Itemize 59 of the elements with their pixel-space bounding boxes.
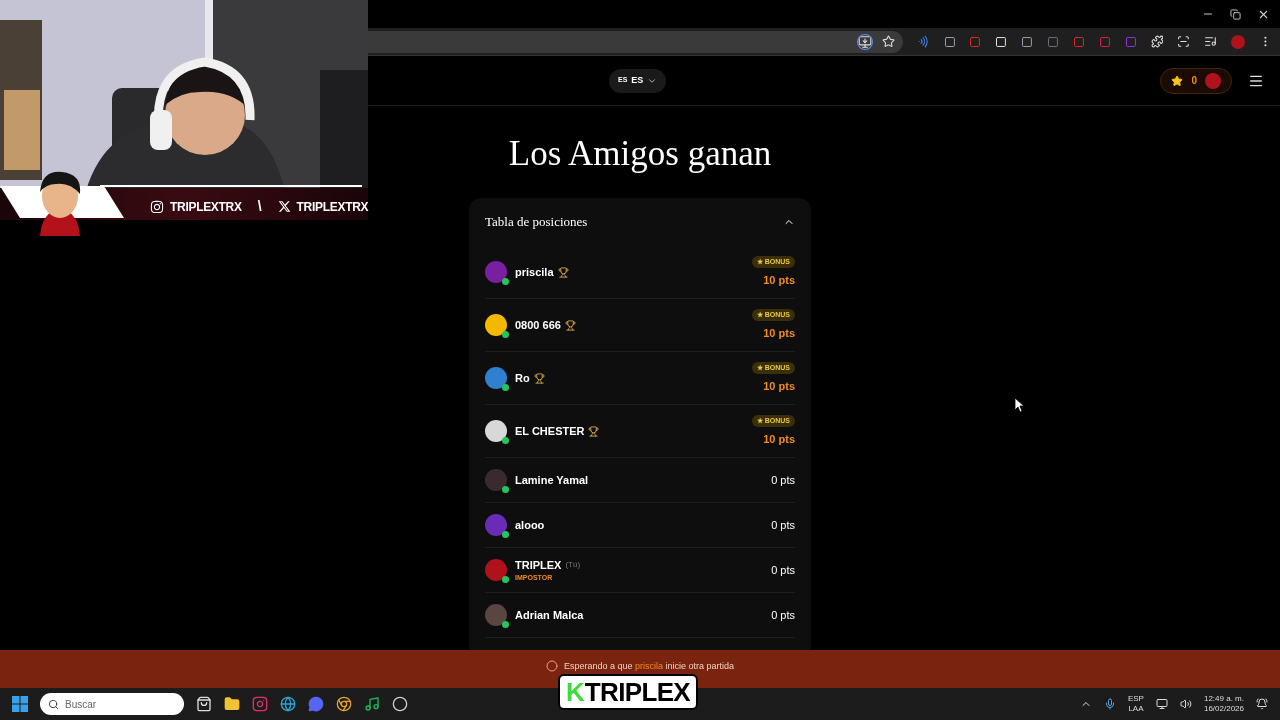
player-name: TRIPLEX [515, 557, 562, 573]
extensions-icon[interactable] [1150, 35, 1164, 48]
page-title: Los Amigos ganan [508, 133, 772, 175]
player-points: 0 pts [771, 607, 795, 623]
player-name: 0800 666 [515, 317, 561, 333]
clock-time[interactable]: 12:49 a. m. [1203, 694, 1244, 704]
windows-start-icon[interactable] [12, 696, 28, 712]
overlay-logo: KTRIPLEX [558, 674, 699, 710]
browser-icon[interactable] [280, 696, 296, 712]
star-icon [1171, 74, 1184, 87]
microphone-icon[interactable] [1103, 698, 1116, 710]
you-label: (Tú) [565, 558, 581, 571]
x-logo-icon [277, 200, 291, 213]
player-name: Ro [515, 370, 530, 386]
recording-app-icon[interactable] [392, 696, 408, 712]
player-points: 10 pts [763, 432, 795, 447]
user-avatar [1205, 72, 1221, 89]
extension-icon[interactable] [1021, 35, 1034, 48]
volume-icon[interactable] [1179, 698, 1192, 710]
music-app-icon[interactable] [364, 696, 380, 712]
store-icon[interactable] [196, 696, 212, 712]
waiting-message: Esperando a que priscila inicie otra partida [563, 660, 735, 672]
notification-bell-icon[interactable] [1256, 698, 1268, 710]
leaderboard-header[interactable]: Tabla de posiciones [485, 198, 795, 246]
loading-spinner-icon [545, 660, 558, 672]
stars-pill[interactable]: 0 [1160, 67, 1232, 94]
social-handle: TRIPLEXTRX [170, 198, 242, 216]
clock-date[interactable]: 16/02/2026 [1203, 704, 1244, 714]
player-name: priscila [515, 264, 554, 280]
search-icon [48, 698, 59, 710]
player-points: 0 pts [771, 562, 795, 578]
chat-app-icon[interactable] [308, 696, 324, 712]
player-name: Lamine Yamal [515, 472, 589, 488]
separator-slash: \ [256, 197, 263, 216]
player-points: 0 pts [771, 517, 795, 533]
stars-count: 0 [1191, 74, 1197, 88]
player-points: 10 pts [763, 326, 795, 341]
instagram-app-icon[interactable] [252, 696, 268, 712]
language-indicator[interactable]: LAA [1128, 704, 1144, 714]
social-handle: TRIPLEXTRX [296, 198, 369, 216]
player-name: EL CHESTER [515, 423, 585, 439]
player-name: alooo [515, 517, 545, 533]
player-points: 10 pts [763, 379, 795, 394]
mouse-cursor-icon [1015, 398, 1025, 412]
network-icon[interactable] [1155, 698, 1168, 710]
restore-icon[interactable] [1230, 8, 1241, 20]
screenshot-icon[interactable] [1177, 35, 1191, 48]
media-icon[interactable] [1204, 35, 1218, 48]
address-field[interactable] [368, 30, 903, 53]
folder-icon[interactable] [224, 696, 240, 712]
player-name: Adrian Malca [515, 607, 584, 623]
bookmark-star-icon[interactable] [881, 35, 895, 48]
instagram-icon [150, 199, 164, 214]
player-points: 10 pts [763, 273, 795, 288]
extension-icon[interactable] [943, 35, 956, 48]
player-points: 0 pts [771, 472, 795, 488]
install-app-icon[interactable] [857, 34, 872, 49]
taskbar-search-field[interactable]: Buscar [40, 693, 184, 715]
language-indicator[interactable]: ESP [1127, 694, 1144, 704]
